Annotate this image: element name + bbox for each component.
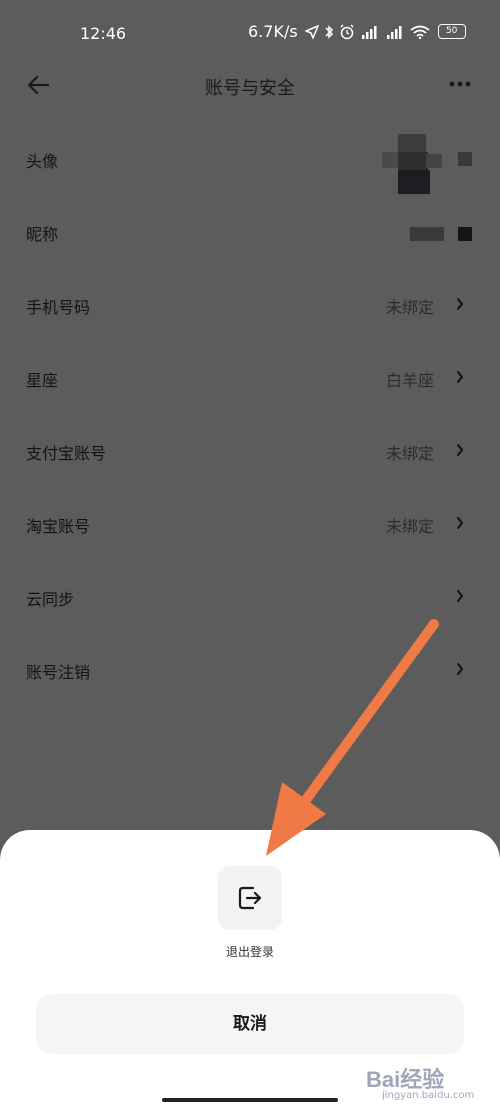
- status-bar: 12:46 6.7K/s 50: [0, 0, 500, 66]
- row-label: 淘宝账号: [26, 517, 91, 536]
- status-icons: 6.7K/s 50: [248, 22, 466, 41]
- bluetooth-icon: [325, 24, 333, 39]
- status-time: 12:46: [80, 24, 127, 43]
- logout-icon: [238, 886, 262, 910]
- settings-row-zodiac[interactable]: 星座 白羊座: [0, 341, 500, 414]
- nickname-value: [410, 227, 444, 241]
- row-label: 昵称: [26, 225, 59, 244]
- row-value: 未绑定: [385, 298, 434, 317]
- row-label: 支付宝账号: [26, 444, 107, 463]
- settings-row-phone[interactable]: 手机号码 未绑定: [0, 268, 500, 341]
- settings-row-cloud-sync[interactable]: 云同步: [0, 560, 500, 633]
- network-speed: 6.7K/s: [248, 22, 298, 41]
- chevron-right-icon: [457, 444, 463, 456]
- settings-row-avatar[interactable]: 头像: [0, 122, 500, 195]
- location-icon: [304, 24, 319, 39]
- chevron-right-icon: [457, 371, 463, 383]
- alarm-icon: [340, 23, 354, 39]
- row-label: 星座: [26, 371, 59, 390]
- avatar-placeholder: [458, 152, 472, 166]
- chevron-right-icon: [457, 298, 463, 310]
- settings-row-delete-account[interactable]: 账号注销: [0, 633, 500, 706]
- home-indicator: [162, 1098, 338, 1102]
- row-label: 手机号码: [26, 298, 91, 317]
- row-label: 账号注销: [26, 663, 91, 682]
- row-label: 云同步: [26, 590, 75, 609]
- page-title: 账号与安全: [205, 78, 295, 99]
- nickname-value: [458, 227, 472, 241]
- chevron-right-icon: [457, 663, 463, 675]
- wifi-icon: [410, 25, 430, 39]
- top-bar: 账号与安全: [0, 66, 500, 106]
- settings-row-nickname[interactable]: 昵称: [0, 195, 500, 268]
- logout-button[interactable]: [218, 866, 282, 930]
- signal-hd-icon: [386, 25, 402, 39]
- cancel-button[interactable]: 取消: [36, 994, 464, 1054]
- more-icon[interactable]: [448, 80, 472, 88]
- row-value: 未绑定: [385, 517, 434, 536]
- watermark-logo: Bai经验 jingyan.baidu.com: [352, 1056, 492, 1106]
- row-label: 头像: [26, 152, 59, 171]
- row-value: 未绑定: [385, 444, 434, 463]
- chevron-right-icon: [457, 517, 463, 529]
- avatar: [382, 134, 442, 194]
- battery-icon: 50: [437, 24, 466, 39]
- settings-row-taobao[interactable]: 淘宝账号 未绑定: [0, 487, 500, 560]
- logout-label[interactable]: 退出登录: [0, 943, 500, 960]
- settings-row-alipay[interactable]: 支付宝账号 未绑定: [0, 414, 500, 487]
- chevron-right-icon: [457, 590, 463, 602]
- watermark-url: jingyan.baidu.com: [382, 1090, 475, 1101]
- row-value: 白羊座: [385, 371, 434, 390]
- signal-hd-icon: [361, 25, 377, 39]
